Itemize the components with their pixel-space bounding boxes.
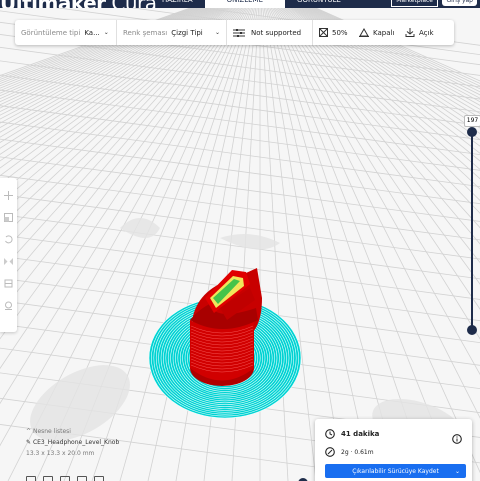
header-bar: Ultimaker Cura HAZIRLA ÖNİZLEME GÖRÜNTÜL… — [0, 0, 480, 15]
print-info-panel: 41 dakika 2g · 0.61m Çıkarılabilir Sürüc… — [315, 419, 472, 481]
object-list-toggle[interactable]: ^ Nesne listesi — [26, 428, 119, 435]
stage-tabs: HAZIRLA ÖNİZLEME GÖRÜNTÜLE — [150, 0, 353, 8]
marketplace-button[interactable]: Marketplace — [391, 0, 438, 7]
support-value: Not supported — [251, 28, 302, 37]
view-type-label: Görüntüleme tipi — [21, 28, 81, 37]
layer-number-field[interactable]: 197 — [464, 115, 480, 127]
build-plate-scene — [0, 8, 480, 481]
print-time-row: 41 dakika — [325, 429, 379, 439]
per-model-settings-icon[interactable] — [4, 278, 14, 288]
material-usage: 2g · 0.61m — [341, 448, 374, 456]
infill-value: 50% — [332, 28, 348, 37]
view-front-icon[interactable] — [43, 476, 53, 481]
scale-tool-icon[interactable] — [4, 212, 14, 222]
move-tool-icon[interactable] — [4, 190, 14, 200]
chevron-up-icon: ^ — [26, 428, 32, 435]
tab-preview[interactable]: ÖNİZLEME — [204, 0, 286, 8]
clock-icon — [325, 429, 335, 439]
view-right-icon[interactable] — [94, 476, 104, 481]
download-icon — [405, 28, 415, 37]
spool-icon — [325, 447, 335, 457]
camera-view-buttons — [26, 476, 104, 481]
layer-slider-top-handle[interactable] — [467, 127, 477, 137]
object-name: CE3_Headphone_Level_Knob — [32, 439, 120, 446]
signin-button[interactable]: Giriş yap — [442, 0, 477, 6]
color-scheme-dropdown[interactable]: Renk şeması Çizgi Tipi ⌄ — [117, 20, 227, 45]
object-name-row: ✎ CE3_Headphone_Level_Knob — [26, 439, 119, 446]
tab-monitor[interactable]: GÖRÜNTÜLE — [285, 0, 353, 8]
view-left-icon[interactable] — [77, 476, 87, 481]
info-icon[interactable] — [452, 429, 462, 448]
view-top-icon[interactable] — [60, 476, 70, 481]
adhesion-on-value: Açık — [419, 28, 434, 37]
adhesion-value: Kapalı — [373, 28, 395, 37]
support-setting[interactable]: Not supported — [227, 20, 313, 45]
mirror-tool-icon[interactable] — [4, 256, 14, 266]
material-row: 2g · 0.61m — [325, 447, 374, 457]
infill-setting[interactable]: 50% — [313, 20, 353, 45]
object-dimensions: 13.3 x 13.3 x 20.0 mm — [26, 450, 95, 457]
infill-icon — [319, 28, 328, 37]
adhesion-on-setting[interactable]: Açık — [399, 20, 443, 45]
edit-icon: ✎ — [26, 439, 32, 446]
print-time: 41 dakika — [341, 430, 380, 438]
color-scheme-label: Renk şeması — [123, 28, 168, 37]
tool-panel — [0, 178, 17, 332]
chevron-down-icon: ⌄ — [214, 29, 220, 36]
object-info: ^ Nesne listesi ✎ CE3_Headphone_Level_Kn… — [26, 428, 119, 461]
adhesion-setting[interactable]: Kapalı — [353, 20, 399, 45]
rotate-tool-icon[interactable] — [4, 234, 14, 244]
layer-slider-bottom-handle[interactable] — [467, 325, 477, 335]
tab-prepare[interactable]: HAZIRLA — [150, 0, 205, 8]
3d-viewport[interactable]: Görüntüleme tipi Ka... ⌄ Renk şeması Çiz… — [0, 8, 480, 481]
chevron-down-icon: ⌄ — [103, 29, 109, 36]
view-type-value: Ka... — [84, 28, 100, 37]
view-3d-icon[interactable] — [26, 476, 36, 481]
view-toolbar: Görüntüleme tipi Ka... ⌄ Renk şeması Çiz… — [15, 20, 454, 45]
color-scheme-value: Çizgi Tipi — [171, 28, 203, 37]
chevron-down-icon: ⌄ — [454, 467, 460, 475]
layer-slider-track[interactable] — [471, 133, 473, 334]
support-settings-icon — [233, 28, 245, 38]
adhesion-icon — [359, 28, 369, 37]
save-to-removable-drive-button[interactable]: Çıkarılabilir Sürücüye Kaydet ⌄ — [325, 464, 466, 478]
view-type-dropdown[interactable]: Görüntüleme tipi Ka... ⌄ — [15, 20, 117, 45]
support-blocker-icon[interactable] — [4, 300, 14, 310]
